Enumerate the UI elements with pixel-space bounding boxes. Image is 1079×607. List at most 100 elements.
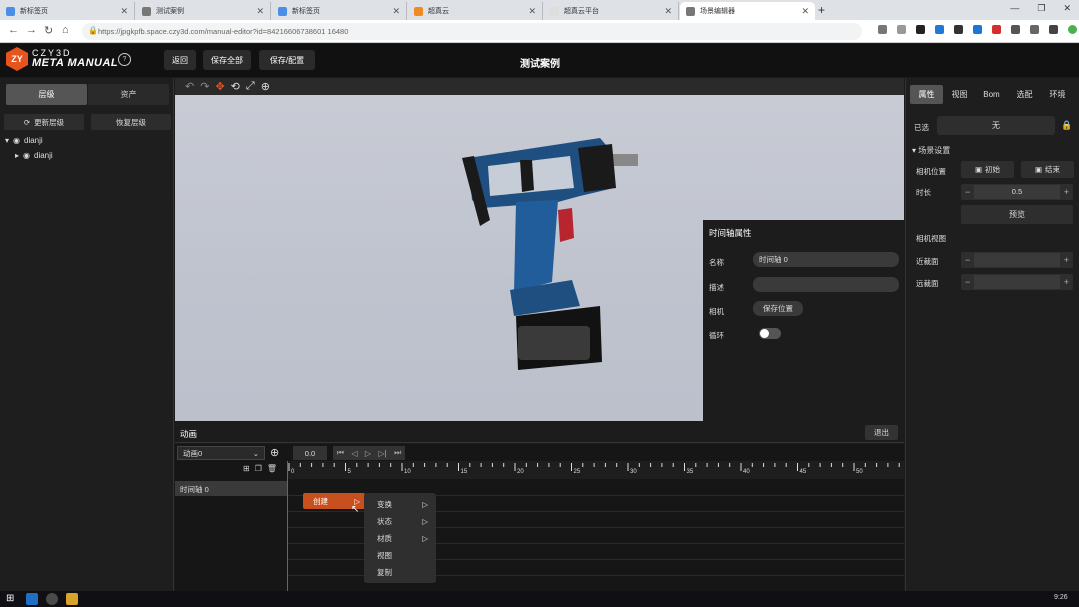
tab-properties[interactable]: 属性 bbox=[910, 85, 943, 104]
close-icon[interactable]: ✕ bbox=[528, 6, 536, 17]
back-icon[interactable]: ← bbox=[8, 24, 19, 36]
extension-icon[interactable] bbox=[1049, 25, 1058, 34]
save-config-button[interactable]: 保存/配置 bbox=[259, 50, 315, 70]
browser-tab[interactable]: 超真云平台 ✕ bbox=[544, 2, 679, 20]
timeline-ruler[interactable]: 0 5 10 15 20 25 30 35 40 45 50 bbox=[287, 461, 904, 479]
impact-wrench-model[interactable] bbox=[460, 130, 680, 375]
vscode-icon[interactable] bbox=[26, 593, 38, 605]
animation-select[interactable]: 动画0 ⌄ bbox=[177, 446, 265, 460]
home-icon[interactable]: ⌂ bbox=[62, 24, 69, 36]
extension-icon[interactable] bbox=[916, 25, 925, 34]
new-tab-button[interactable]: + bbox=[818, 3, 825, 17]
browser-tab[interactable]: 超真云 ✕ bbox=[408, 2, 543, 20]
redo-icon[interactable]: ↷ bbox=[200, 80, 209, 93]
close-icon[interactable]: ✕ bbox=[256, 6, 264, 17]
eye-icon[interactable]: ◉ bbox=[23, 151, 30, 160]
tab-hierarchy[interactable]: 层级 bbox=[6, 84, 87, 105]
move-icon[interactable]: ✥ bbox=[215, 80, 224, 93]
close-window-icon[interactable]: ✕ bbox=[1063, 3, 1071, 14]
track-label[interactable]: 时间轴 0 bbox=[175, 481, 287, 496]
extension-icon[interactable] bbox=[973, 25, 982, 34]
close-icon[interactable]: ✕ bbox=[120, 6, 128, 17]
menu-item-transform[interactable]: 变换 ▷ bbox=[364, 496, 436, 512]
preview-button[interactable]: 预览 bbox=[961, 205, 1073, 224]
menu-item-view[interactable]: 视图 bbox=[364, 547, 436, 563]
add-animation-icon[interactable]: ⊕ bbox=[270, 446, 279, 459]
browser-tab[interactable]: 测试案例 ✕ bbox=[136, 2, 271, 20]
minimize-icon[interactable]: — bbox=[1010, 3, 1019, 14]
play-icon[interactable]: ▷ bbox=[365, 449, 371, 458]
update-hierarchy-button[interactable]: ⟳ 更新层级 bbox=[4, 114, 84, 130]
desc-input[interactable] bbox=[753, 277, 899, 292]
near-clip-stepper[interactable]: − + bbox=[961, 252, 1073, 268]
browser-tab[interactable]: 新标签页 ✕ bbox=[272, 2, 407, 20]
plus-icon[interactable]: + bbox=[1064, 187, 1069, 197]
extension-icon[interactable] bbox=[935, 25, 944, 34]
browser-tab-active[interactable]: 场景编辑器 ✕ bbox=[680, 2, 815, 20]
save-position-button[interactable]: 保存位置 bbox=[753, 301, 803, 316]
duration-stepper[interactable]: −0.5 + bbox=[961, 184, 1073, 200]
scale-icon[interactable]: ⤢ bbox=[246, 80, 255, 93]
start-button[interactable]: ▣ 初始 bbox=[961, 161, 1014, 178]
star-icon[interactable] bbox=[897, 25, 906, 34]
maximize-icon[interactable]: ❐ bbox=[1037, 3, 1045, 14]
copy-icon[interactable]: ❐ bbox=[255, 464, 262, 473]
step-back-icon[interactable]: ◁ bbox=[351, 449, 357, 458]
url-input[interactable]: 🔒 https://jpgkpfb.space.czy3d.com/manual-… bbox=[82, 23, 862, 40]
eye-icon[interactable]: ◉ bbox=[13, 136, 20, 145]
far-clip-stepper[interactable]: − + bbox=[961, 274, 1073, 290]
undo-icon[interactable]: ↶ bbox=[185, 80, 194, 93]
add-track-icon[interactable]: ⊞ bbox=[243, 464, 250, 473]
extension-icon[interactable] bbox=[1011, 25, 1020, 34]
browser-tab[interactable]: 新标签页 ✕ bbox=[0, 2, 135, 20]
menu-item-state[interactable]: 状态 ▷ bbox=[364, 513, 436, 529]
windows-start-icon[interactable]: ⊞ bbox=[6, 593, 18, 605]
chevron-right-icon[interactable]: ▸ bbox=[15, 151, 19, 160]
tab-view[interactable]: 视图 bbox=[944, 85, 975, 104]
plus-icon[interactable]: + bbox=[1064, 277, 1069, 287]
tab-environment[interactable]: 环境 bbox=[1042, 85, 1073, 104]
save-all-button[interactable]: 保存全部 bbox=[203, 50, 251, 70]
close-icon[interactable]: ✕ bbox=[392, 6, 400, 17]
playhead[interactable] bbox=[287, 461, 288, 591]
close-icon[interactable]: ✕ bbox=[664, 6, 672, 17]
plus-icon[interactable]: + bbox=[1064, 255, 1069, 265]
help-icon[interactable]: ? bbox=[118, 53, 131, 66]
chrome-icon[interactable] bbox=[46, 593, 58, 605]
menu-item-copy[interactable]: 复制 bbox=[364, 564, 436, 580]
minus-icon[interactable]: − bbox=[965, 277, 970, 287]
tree-item-child[interactable]: ▸ ◉ dianji bbox=[15, 151, 53, 160]
tab-options[interactable]: 选配 bbox=[1008, 85, 1041, 104]
extension-icon[interactable] bbox=[992, 25, 1001, 34]
step-forward-icon[interactable]: ▷| bbox=[378, 449, 386, 458]
lock-icon[interactable]: 🔒 bbox=[1061, 120, 1072, 131]
rotate-icon[interactable]: ⟲ bbox=[231, 80, 240, 93]
minus-icon[interactable]: − bbox=[965, 255, 970, 265]
section-header[interactable]: ▾ 场景设置 bbox=[912, 145, 950, 156]
chevron-down-icon[interactable]: ▾ bbox=[5, 136, 9, 145]
minus-icon[interactable]: − bbox=[965, 187, 970, 197]
menu-item-material[interactable]: 材质 ▷ bbox=[364, 530, 436, 546]
share-icon[interactable] bbox=[878, 25, 887, 34]
exit-button[interactable]: 退出 bbox=[865, 425, 898, 440]
time-input[interactable]: 0.0 bbox=[293, 446, 327, 460]
puzzle-icon[interactable] bbox=[1030, 25, 1039, 34]
tree-item-root[interactable]: ▾ ◉ dianji bbox=[5, 136, 43, 145]
tab-assets[interactable]: 资产 bbox=[88, 84, 169, 105]
delete-icon[interactable]: 🗑 bbox=[267, 464, 277, 473]
folder-icon[interactable] bbox=[66, 593, 78, 605]
extension-icon[interactable] bbox=[954, 25, 963, 34]
reload-icon[interactable]: ↻ bbox=[44, 24, 53, 37]
avatar[interactable] bbox=[1068, 25, 1077, 34]
focus-icon[interactable]: ⊕ bbox=[261, 80, 270, 93]
skip-start-icon[interactable]: ⏮ bbox=[337, 448, 344, 458]
name-input[interactable]: 时间轴 0 bbox=[753, 252, 899, 267]
tab-bom[interactable]: Bom bbox=[976, 85, 1007, 104]
restore-hierarchy-button[interactable]: 恢复层级 bbox=[91, 114, 171, 130]
forward-icon[interactable]: → bbox=[26, 24, 37, 36]
end-button[interactable]: ▣ 结束 bbox=[1021, 161, 1074, 178]
close-icon[interactable]: ✕ bbox=[801, 6, 809, 17]
loop-toggle[interactable] bbox=[759, 328, 781, 339]
back-button[interactable]: 返回 bbox=[164, 50, 196, 70]
skip-end-icon[interactable]: ⏭ bbox=[394, 448, 401, 458]
